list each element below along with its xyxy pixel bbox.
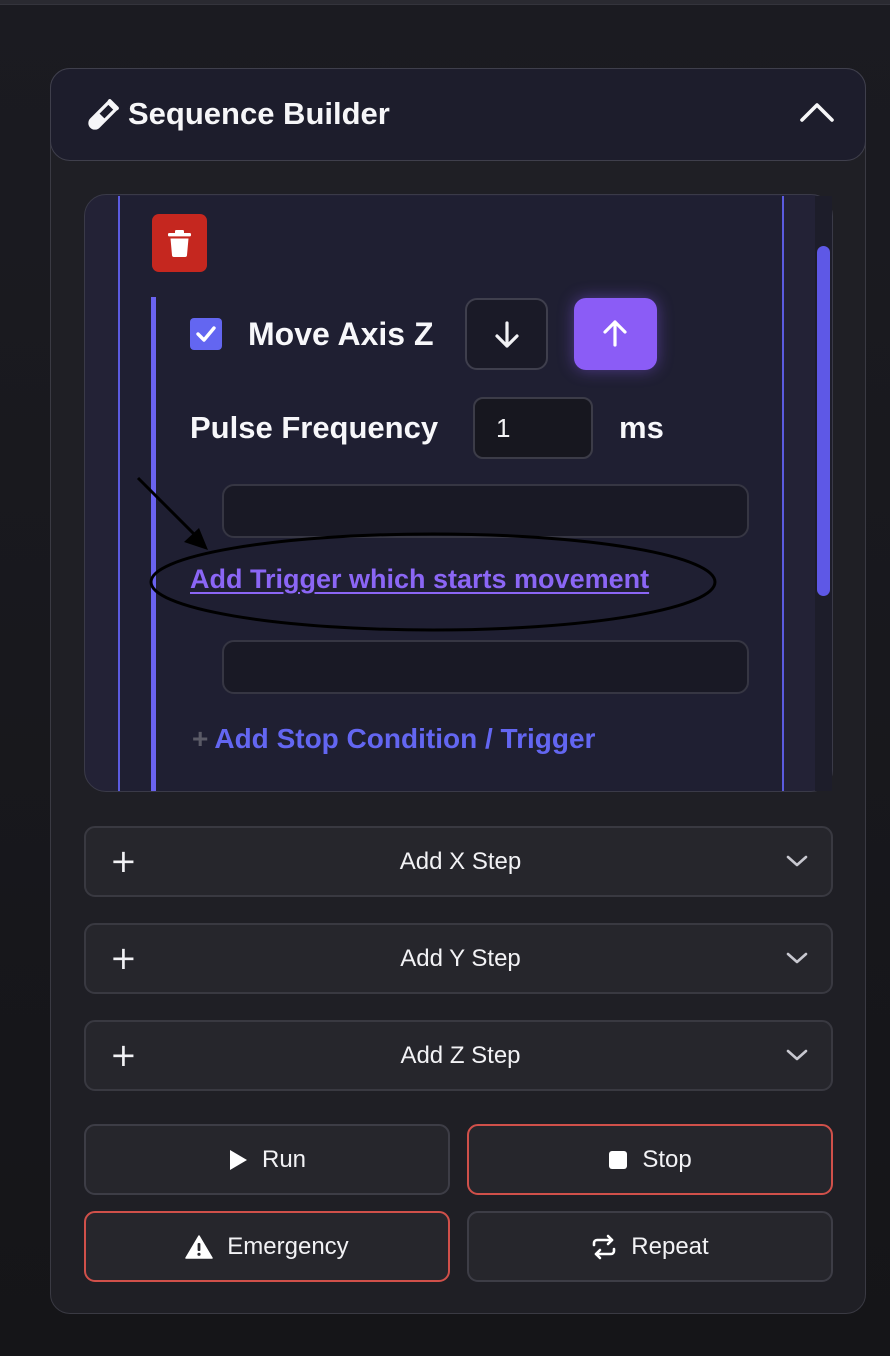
add-stop-condition-label: Add Stop Condition / Trigger (214, 723, 596, 754)
chevron-down-icon (786, 855, 808, 867)
direction-down-button[interactable] (465, 298, 548, 370)
repeat-button[interactable]: Repeat (467, 1211, 833, 1282)
delete-step-button[interactable] (152, 214, 207, 272)
add-x-step-row[interactable]: + Add X Step (84, 826, 833, 897)
panel-title: Sequence Builder (128, 96, 390, 131)
warning-icon (185, 1234, 214, 1259)
step-enabled-checkbox[interactable] (190, 318, 222, 350)
trash-icon (168, 230, 191, 257)
step-card-scrollbar-thumb[interactable] (817, 246, 830, 596)
plus-icon: + (192, 723, 209, 754)
start-trigger-field[interactable] (222, 484, 749, 538)
checkmark-icon (196, 326, 216, 342)
repeat-label: Repeat (631, 1232, 709, 1260)
stop-label: Stop (642, 1145, 692, 1173)
test-tube-icon (88, 99, 119, 130)
chevron-down-icon (786, 1049, 808, 1061)
arrow-down-icon (495, 321, 519, 348)
run-button[interactable]: Run (84, 1124, 450, 1195)
add-x-step-label: Add X Step (399, 848, 522, 875)
step-title: Move Axis Z (248, 316, 434, 352)
add-y-step-label: Add Y Step (400, 945, 521, 972)
repeat-icon (592, 1234, 616, 1259)
pulse-frequency-label: Pulse Frequency (190, 410, 439, 445)
add-stop-condition-link[interactable]: + Add Stop Condition / Trigger (192, 723, 595, 755)
pulse-unit-label: ms (619, 410, 664, 445)
play-icon (229, 1149, 247, 1170)
pulse-frequency-input[interactable] (473, 397, 593, 459)
window-top-border (0, 0, 890, 5)
direction-up-button[interactable] (574, 298, 657, 370)
emergency-button[interactable]: Emergency (84, 1211, 450, 1282)
step-accent-bar (151, 297, 156, 791)
arrow-up-icon (603, 320, 627, 347)
chevron-up-icon[interactable] (798, 98, 836, 126)
chevron-down-icon (786, 952, 808, 964)
emergency-label: Emergency (227, 1232, 349, 1260)
add-start-trigger-link[interactable]: Add Trigger which starts movement (190, 564, 649, 595)
stop-icon (609, 1150, 628, 1169)
stop-trigger-field[interactable] (222, 640, 749, 694)
stop-button[interactable]: Stop (467, 1124, 833, 1195)
add-z-step-label: Add Z Step (400, 1042, 521, 1069)
add-y-step-row[interactable]: + Add Y Step (84, 923, 833, 994)
add-z-step-row[interactable]: + Add Z Step (84, 1020, 833, 1091)
run-label: Run (261, 1145, 307, 1173)
